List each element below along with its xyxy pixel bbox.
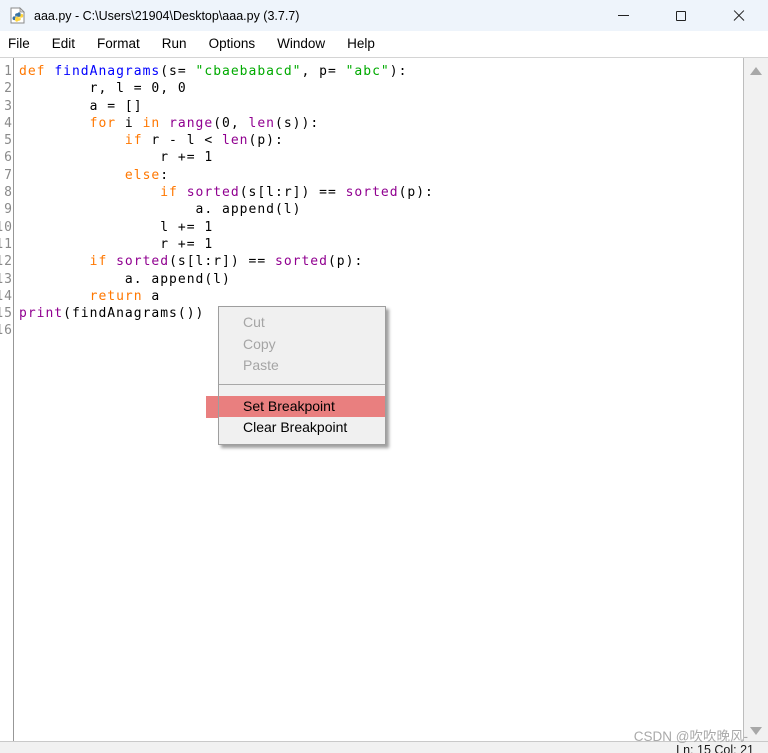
code-line: a. append(l) [19,202,302,218]
line-number: 16 [0,323,13,339]
code-line: if sorted(s[l:r]) == sorted(p): [89,254,364,270]
minimize-button[interactable] [594,0,652,31]
context-menu: Cut Copy Paste Set Breakpoint Clear Breakpoi… [218,306,386,445]
context-item-clear-breakpoint[interactable]: Clear Breakpoint [219,417,385,439]
maximize-button[interactable] [652,0,710,31]
context-item-paste: Paste [243,357,279,373]
minimize-icon [617,15,629,16]
code-line: r += 1 [19,150,214,166]
menu-options[interactable]: Options [198,31,267,57]
line-number: 10 [0,219,13,235]
python-file-icon [10,7,25,24]
code-line: l += 1 [19,219,214,235]
line-number: 6 [4,150,13,166]
context-item-cut: Cut [243,314,265,330]
code-line: a = [] [19,98,143,114]
scroll-down-icon[interactable] [750,727,762,735]
code-line: def findAnagrams(s= "cbaebabacd", p= "ab… [19,64,408,79]
menu-edit[interactable]: Edit [41,31,86,57]
line-number: 7 [4,167,13,183]
window-controls [594,0,768,31]
line-number-gutter: 12345678910111213141516 [0,58,14,741]
title-bar: aaa.py - C:\Users\21904\Desktop\aaa.py (… [0,0,768,31]
vertical-scrollbar[interactable] [743,58,768,741]
breakpoint-highlight-band [206,396,218,418]
line-number: 14 [0,288,13,304]
menu-format[interactable]: Format [86,31,151,57]
line-number: 5 [4,133,13,149]
menu-bar: File Edit Format Run Options Window Help [0,31,768,57]
line-number: 12 [0,254,13,270]
code-line: if r - l < len(p): [124,133,284,149]
line-number: 2 [4,81,13,97]
code-line: a. append(l) [19,271,231,287]
line-number: 15 [0,306,13,322]
menu-run[interactable]: Run [151,31,198,57]
line-number: 3 [4,98,13,114]
code-line: for i in range(0, len(s)): [89,115,320,131]
menu-window[interactable]: Window [266,31,336,57]
menu-help[interactable]: Help [336,31,386,57]
idle-editor-window: aaa.py - C:\Users\21904\Desktop\aaa.py (… [0,0,768,753]
line-number: 13 [0,271,13,287]
line-number: 11 [0,236,13,252]
close-button[interactable] [710,0,768,31]
line-number: 9 [4,202,13,218]
line-number: 1 [4,64,13,79]
maximize-icon [676,10,686,21]
scroll-up-icon[interactable] [750,67,762,75]
context-menu-separator [219,383,385,385]
context-item-set-breakpoint[interactable]: Set Breakpoint [219,395,385,417]
line-number: 4 [4,115,13,131]
window-title: aaa.py - C:\Users\21904\Desktop\aaa.py (… [34,8,300,23]
code-line: r, l = 0, 0 [19,81,187,97]
menu-file[interactable]: File [0,31,41,57]
code-line: else: [124,167,170,183]
line-number: 8 [4,185,13,201]
code-line: if sorted(s[l:r]) == sorted(p): [160,185,434,201]
csdn-watermark: CSDN @吹吹晚风- [633,729,748,744]
close-icon [733,10,745,22]
code-line: r += 1 [19,236,214,252]
context-item-copy: Copy [243,335,276,352]
code-line: return a [89,288,161,304]
